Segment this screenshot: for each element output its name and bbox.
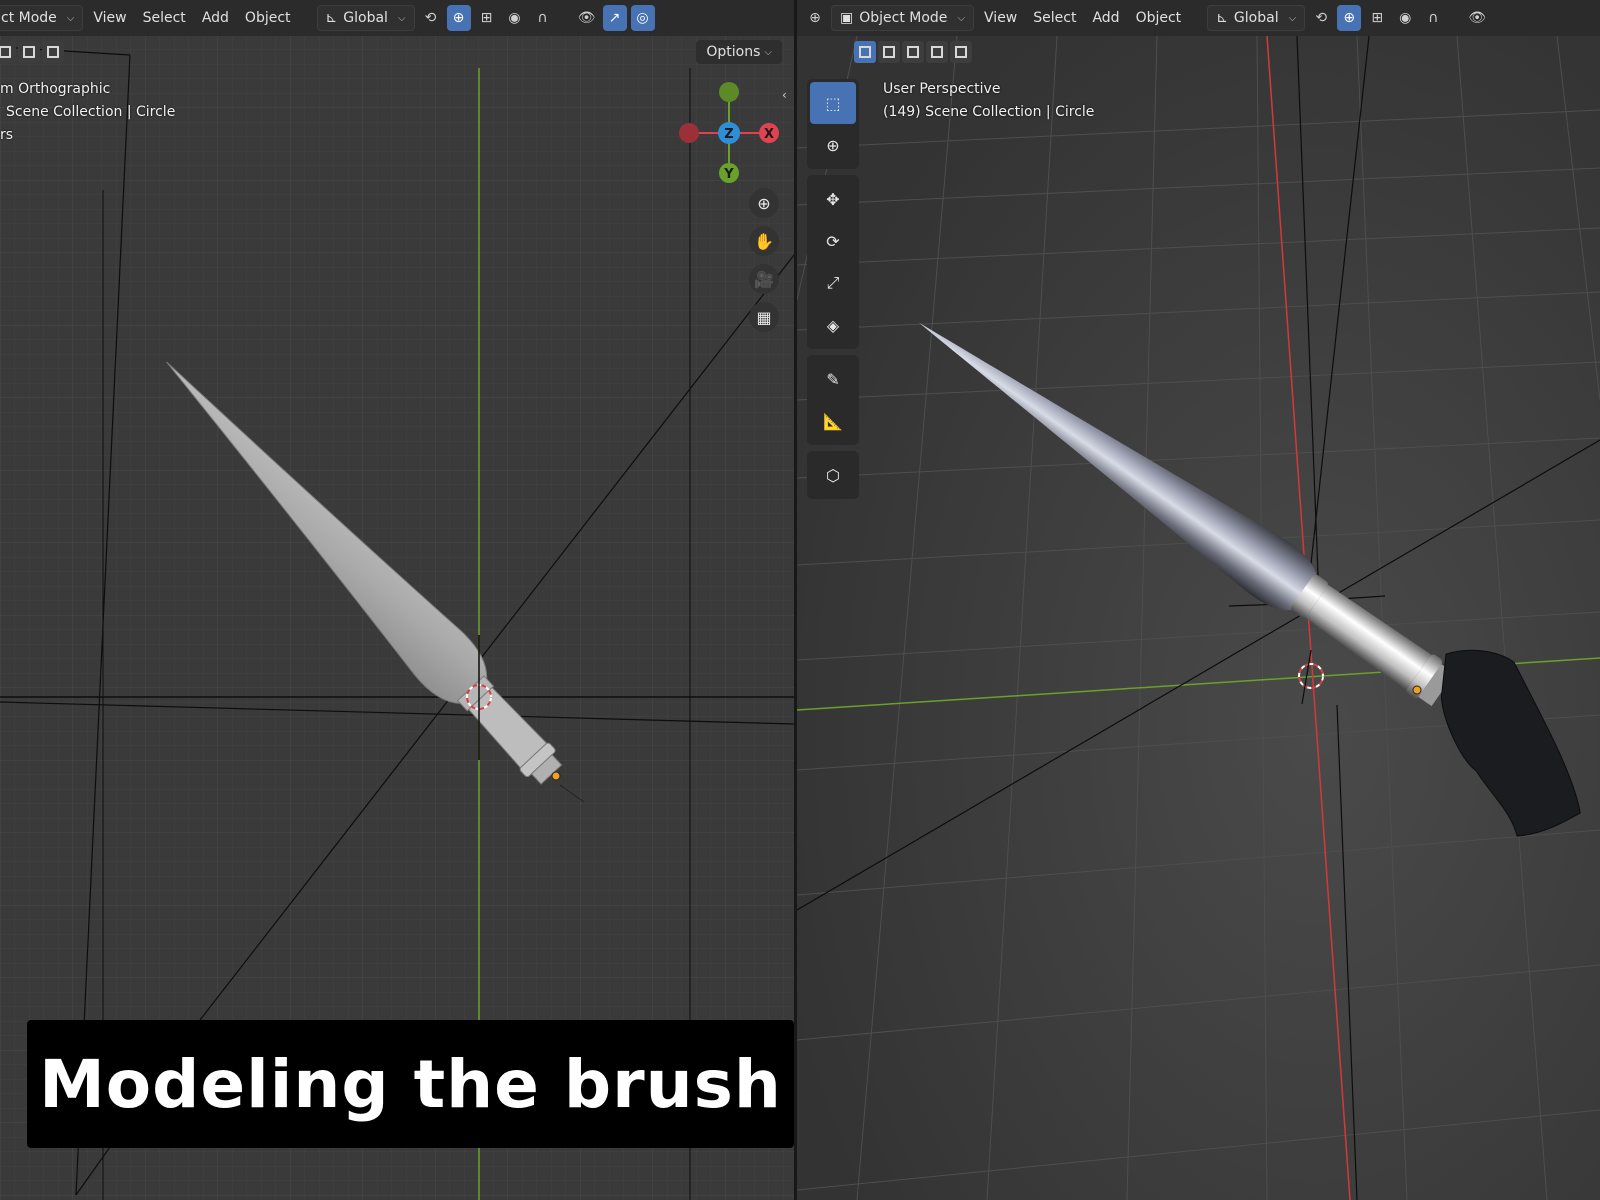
tool-shelf: ⬚ ⊕ ✥ ⟳ ⤢ ◈ ✎ 📐 ⬡ <box>807 79 859 505</box>
viewport-info-right: User Perspective (149) Scene Collection … <box>883 78 1094 124</box>
navigation-gizmo[interactable]: X Y Z <box>670 78 790 188</box>
blender-window: ct Mode ⌵ View Select Add Object ⊾ Global… <box>0 0 1600 1200</box>
snap-target-icon[interactable]: ⊞ <box>1365 5 1389 31</box>
menu-select[interactable]: Select <box>137 5 192 31</box>
menu-select[interactable]: Select <box>1027 5 1082 31</box>
menu-view[interactable]: View <box>87 5 132 31</box>
left-subheader <box>0 38 794 66</box>
select-new-icon[interactable] <box>0 41 16 63</box>
editor-type-icon[interactable]: ⊕ <box>803 5 827 31</box>
selection-mode-group <box>0 41 64 63</box>
right-header: ⊕ ▣ Object Mode ⌵ View Select Add Object … <box>797 0 1600 36</box>
mode-label: Object Mode <box>859 10 948 26</box>
menu-view[interactable]: View <box>978 5 1023 31</box>
grid-icon[interactable]: ▦ <box>749 302 779 332</box>
menu-add[interactable]: Add <box>1086 5 1125 31</box>
chevron-down-icon: ⌵ <box>957 12 966 24</box>
snap-target-icon[interactable]: ⊞ <box>475 5 499 31</box>
menu-object[interactable]: Object <box>1130 5 1188 31</box>
visibility-icon[interactable]: 👁 <box>1465 5 1489 31</box>
selection-mode-group <box>854 41 972 63</box>
proportional-edit-icon[interactable]: ◉ <box>503 5 527 31</box>
info-line-3: rs <box>0 127 14 143</box>
annotate-icon[interactable]: ✎ <box>810 358 856 400</box>
view-name: User Perspective <box>883 81 1001 97</box>
left-header: ct Mode ⌵ View Select Add Object ⊾ Global… <box>0 0 794 36</box>
select-intersect-icon[interactable] <box>950 41 972 63</box>
select-extend-icon[interactable] <box>878 41 900 63</box>
object-mode-icon: ▣ <box>840 10 854 26</box>
tool-group-add: ⬡ <box>807 451 859 499</box>
chevron-down-icon: ⌵ <box>1288 12 1297 24</box>
tool-group-annotate: ✎ 📐 <box>807 355 859 445</box>
select-extend-icon[interactable] <box>18 41 40 63</box>
transform-orientation[interactable]: ⊾ Global ⌵ <box>316 5 415 31</box>
menu-add[interactable]: Add <box>196 5 235 31</box>
pivot-point-icon[interactable]: ⟲ <box>1309 5 1333 31</box>
falloff-icon[interactable]: ∩ <box>1421 5 1445 31</box>
gizmo-y-label: Y <box>723 167 734 182</box>
caption-text: Modeling the brush <box>39 1045 782 1123</box>
tool-group-transform: ✥ ⟳ ⤢ ◈ <box>807 175 859 349</box>
gizmo-neg-x[interactable] <box>679 123 699 143</box>
gizmo-x-label: X <box>764 127 774 142</box>
move-icon[interactable]: ✥ <box>810 178 856 220</box>
orientation-icon: ⊾ <box>1216 10 1228 26</box>
chevron-down-icon: ⌵ <box>397 12 406 24</box>
pivot-point-icon[interactable]: ⟲ <box>419 5 443 31</box>
view-name: m Orthographic <box>0 81 111 97</box>
proportional-edit-icon[interactable]: ◉ <box>1393 5 1417 31</box>
tool-group-select: ⬚ ⊕ <box>807 79 859 169</box>
orientation-icon: ⊾ <box>325 10 338 26</box>
visibility-icon[interactable]: 👁 <box>575 5 599 31</box>
falloff-icon[interactable]: ∩ <box>531 5 555 31</box>
measure-icon[interactable]: 📐 <box>810 400 856 442</box>
overlay-toggle-icon[interactable]: ◎ <box>630 5 655 31</box>
viewport-info-left: m Orthographic Scene Collection | Circle… <box>0 78 175 147</box>
mode-selector[interactable]: ct Mode ⌵ <box>0 5 84 31</box>
transform-orientation[interactable]: ⊾ Global ⌵ <box>1207 5 1306 31</box>
select-subtract-icon[interactable] <box>42 41 64 63</box>
cursor-icon[interactable]: ⊕ <box>810 124 856 166</box>
gizmo-neg-y[interactable] <box>719 82 739 102</box>
right-subheader <box>797 38 1600 66</box>
caption-box: Modeling the brush <box>27 1020 794 1148</box>
snap-toggle-icon[interactable]: ⊕ <box>446 5 471 31</box>
scale-icon[interactable]: ⤢ <box>810 262 856 304</box>
collection-info: Scene Collection | Circle <box>6 104 176 120</box>
rotate-icon[interactable]: ⟳ <box>810 220 856 262</box>
left-viewport[interactable]: ct Mode ⌵ View Select Add Object ⊾ Global… <box>0 0 794 1200</box>
zoom-icon[interactable]: ⊕ <box>749 188 779 218</box>
orientation-label: Global <box>343 10 388 26</box>
options-button[interactable]: Options ⌵ <box>696 40 782 64</box>
select-box-icon[interactable]: ⬚ <box>810 82 856 124</box>
select-new-icon[interactable] <box>854 41 876 63</box>
chevron-down-icon: ⌵ <box>66 12 75 24</box>
orientation-label: Global <box>1233 10 1279 26</box>
gizmo-z-label: Z <box>724 127 733 142</box>
mode-label: ct Mode <box>1 10 57 26</box>
collection-info: (149) Scene Collection | Circle <box>883 104 1095 120</box>
menu-object[interactable]: Object <box>239 5 297 31</box>
transform-icon[interactable]: ◈ <box>810 304 856 346</box>
chevron-down-icon: ⌵ <box>764 46 772 58</box>
snap-toggle-icon[interactable]: ⊕ <box>1337 5 1362 31</box>
hand-pan-icon[interactable]: ✋ <box>749 226 779 256</box>
gizmo-toggle-icon[interactable]: ↗ <box>602 5 627 31</box>
select-subtract-icon[interactable] <box>902 41 924 63</box>
add-cube-icon[interactable]: ⬡ <box>810 454 856 496</box>
chevron-left-icon[interactable]: ‹ <box>782 88 787 102</box>
options-label: Options <box>706 44 761 60</box>
camera-icon[interactable]: 🎥 <box>749 264 779 294</box>
select-invert-icon[interactable] <box>926 41 948 63</box>
mode-selector[interactable]: ▣ Object Mode ⌵ <box>831 5 975 31</box>
right-viewport[interactable]: ⊕ ▣ Object Mode ⌵ View Select Add Object … <box>797 0 1600 1200</box>
right-viewport-scene <box>797 35 1600 1200</box>
